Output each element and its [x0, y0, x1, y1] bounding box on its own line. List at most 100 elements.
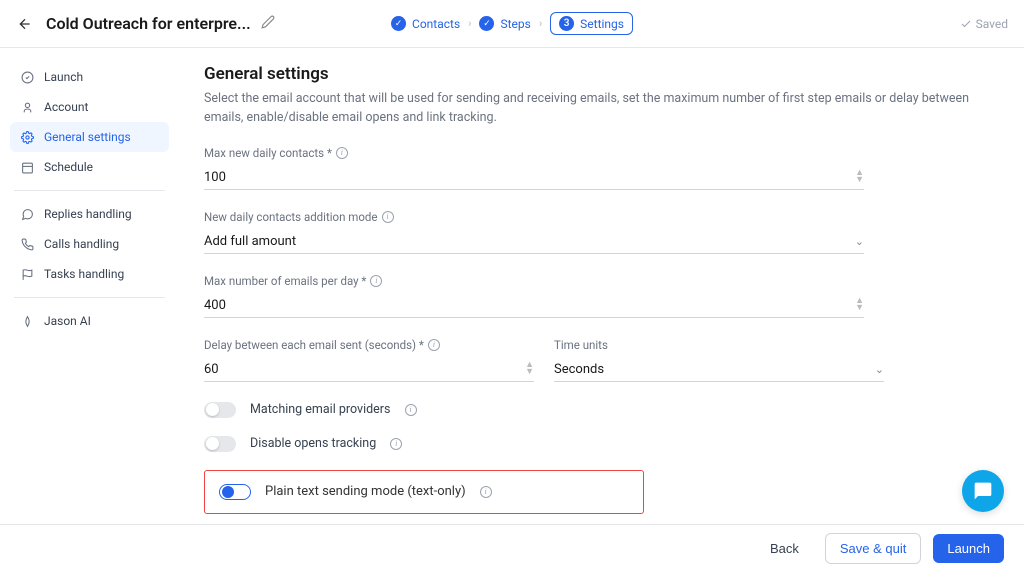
info-icon[interactable]: i	[428, 339, 440, 351]
sidebar-item-launch[interactable]: Launch	[10, 62, 169, 92]
step-number: 3	[559, 16, 574, 31]
field-time-units: Time units Seconds ⌄	[554, 338, 884, 382]
toggle-switch[interactable]	[219, 484, 251, 500]
input-value: 100	[204, 170, 226, 185]
field-max-emails-per-day: Max number of emails per day * i 400 ▲▼	[204, 274, 1000, 318]
check-icon: ✓	[479, 16, 494, 31]
launch-button[interactable]: Launch	[933, 534, 1004, 563]
user-icon	[20, 100, 34, 114]
sidebar-item-account[interactable]: Account	[10, 92, 169, 122]
sidebar-item-label: Replies handling	[44, 207, 132, 221]
gear-icon	[20, 130, 34, 144]
ai-icon	[20, 314, 34, 328]
divider	[14, 190, 165, 191]
sidebar-item-schedule[interactable]: Schedule	[10, 152, 169, 182]
page-title-header: Cold Outreach for enterpre...	[46, 14, 251, 33]
sidebar: Launch Account General settings Schedule…	[0, 48, 180, 524]
info-icon[interactable]: i	[336, 147, 348, 159]
chevron-right-icon: ›	[466, 17, 473, 30]
toggle-plain-text-highlight: Plain text sending mode (text-only) i	[204, 470, 644, 514]
select-input[interactable]: Add full amount ⌄	[204, 230, 864, 254]
field-label: Max new daily contacts * i	[204, 146, 1000, 160]
sidebar-item-label: Launch	[44, 70, 83, 84]
reply-icon	[20, 207, 34, 221]
step-label: Contacts	[412, 17, 460, 31]
field-label: Max number of emails per day * i	[204, 274, 1000, 288]
step-label: Settings	[580, 17, 624, 31]
toggle-label: Plain text sending mode (text-only)	[265, 484, 466, 499]
row-delay-time: Delay between each email sent (seconds) …	[204, 338, 1000, 382]
back-icon[interactable]	[16, 15, 34, 33]
label-text: Max number of emails per day *	[204, 274, 366, 288]
info-icon[interactable]: i	[405, 404, 417, 416]
divider	[14, 297, 165, 298]
info-icon[interactable]: i	[390, 438, 402, 450]
field-addition-mode: New daily contacts addition mode i Add f…	[204, 210, 1000, 254]
check-icon: ✓	[391, 16, 406, 31]
stepper-arrows-icon[interactable]: ▲▼	[525, 362, 534, 376]
check-circle-icon	[20, 70, 34, 84]
toggle-label: Disable opens tracking	[250, 436, 376, 451]
sidebar-item-jason-ai[interactable]: Jason AI	[10, 306, 169, 336]
chat-widget-icon[interactable]	[962, 470, 1004, 512]
field-max-new-daily-contacts: Max new daily contacts * i 100 ▲▼	[204, 146, 1000, 190]
step-settings[interactable]: 3 Settings	[550, 12, 633, 35]
info-icon[interactable]: i	[370, 275, 382, 287]
step-steps[interactable]: ✓ Steps	[479, 16, 530, 31]
input-value: 400	[204, 298, 226, 313]
number-input[interactable]: 60 ▲▼	[204, 358, 534, 382]
page-title: General settings	[204, 64, 1000, 84]
info-icon[interactable]: i	[480, 486, 492, 498]
label-text: Time units	[554, 338, 608, 352]
save-quit-button[interactable]: Save & quit	[825, 533, 922, 564]
chevron-down-icon: ⌄	[855, 235, 864, 248]
edit-icon[interactable]	[261, 15, 275, 33]
field-label: Delay between each email sent (seconds) …	[204, 338, 534, 352]
sidebar-item-label: Account	[44, 100, 88, 114]
stepper-arrows-icon[interactable]: ▲▼	[855, 170, 864, 184]
number-input[interactable]: 400 ▲▼	[204, 294, 864, 318]
stepper: ✓ Contacts › ✓ Steps › 3 Settings	[391, 12, 633, 35]
select-value: Add full amount	[204, 234, 296, 249]
footer: Back Save & quit Launch	[0, 524, 1024, 572]
toggle-switch[interactable]	[204, 402, 236, 418]
toggle-label: Matching email providers	[250, 402, 391, 417]
sidebar-item-label: Schedule	[44, 160, 93, 174]
input-value: 60	[204, 362, 219, 377]
stepper-arrows-icon[interactable]: ▲▼	[855, 298, 864, 312]
saved-label: Saved	[976, 17, 1008, 31]
phone-icon	[20, 237, 34, 251]
step-label: Steps	[500, 17, 530, 31]
field-label: Time units	[554, 338, 884, 352]
select-value: Seconds	[554, 362, 604, 377]
back-button[interactable]: Back	[756, 534, 813, 563]
field-delay: Delay between each email sent (seconds) …	[204, 338, 534, 382]
chevron-down-icon: ⌄	[875, 363, 884, 376]
label-text: Max new daily contacts *	[204, 146, 332, 160]
sidebar-item-calls[interactable]: Calls handling	[10, 229, 169, 259]
sidebar-item-tasks[interactable]: Tasks handling	[10, 259, 169, 289]
label-text: Delay between each email sent (seconds) …	[204, 338, 424, 352]
header: Cold Outreach for enterpre... ✓ Contacts…	[0, 0, 1024, 48]
sidebar-item-label: General settings	[44, 130, 131, 144]
sidebar-item-general-settings[interactable]: General settings	[10, 122, 169, 152]
label-text: New daily contacts addition mode	[204, 210, 378, 224]
saved-status: Saved	[960, 17, 1008, 31]
toggle-matching-providers: Matching email providers i	[204, 402, 1000, 418]
chevron-right-icon: ›	[537, 17, 544, 30]
calendar-icon	[20, 160, 34, 174]
number-input[interactable]: 100 ▲▼	[204, 166, 864, 190]
sidebar-item-label: Jason AI	[44, 314, 91, 328]
toggle-switch[interactable]	[204, 436, 236, 452]
toggle-disable-opens: Disable opens tracking i	[204, 436, 1000, 452]
sidebar-item-label: Tasks handling	[44, 267, 124, 281]
layout: Launch Account General settings Schedule…	[0, 48, 1024, 524]
flag-icon	[20, 267, 34, 281]
sidebar-item-replies[interactable]: Replies handling	[10, 199, 169, 229]
sidebar-item-label: Calls handling	[44, 237, 119, 251]
info-icon[interactable]: i	[382, 211, 394, 223]
select-input[interactable]: Seconds ⌄	[554, 358, 884, 382]
main-content: General settings Select the email accoun…	[180, 48, 1024, 524]
field-label: New daily contacts addition mode i	[204, 210, 1000, 224]
step-contacts[interactable]: ✓ Contacts	[391, 16, 460, 31]
